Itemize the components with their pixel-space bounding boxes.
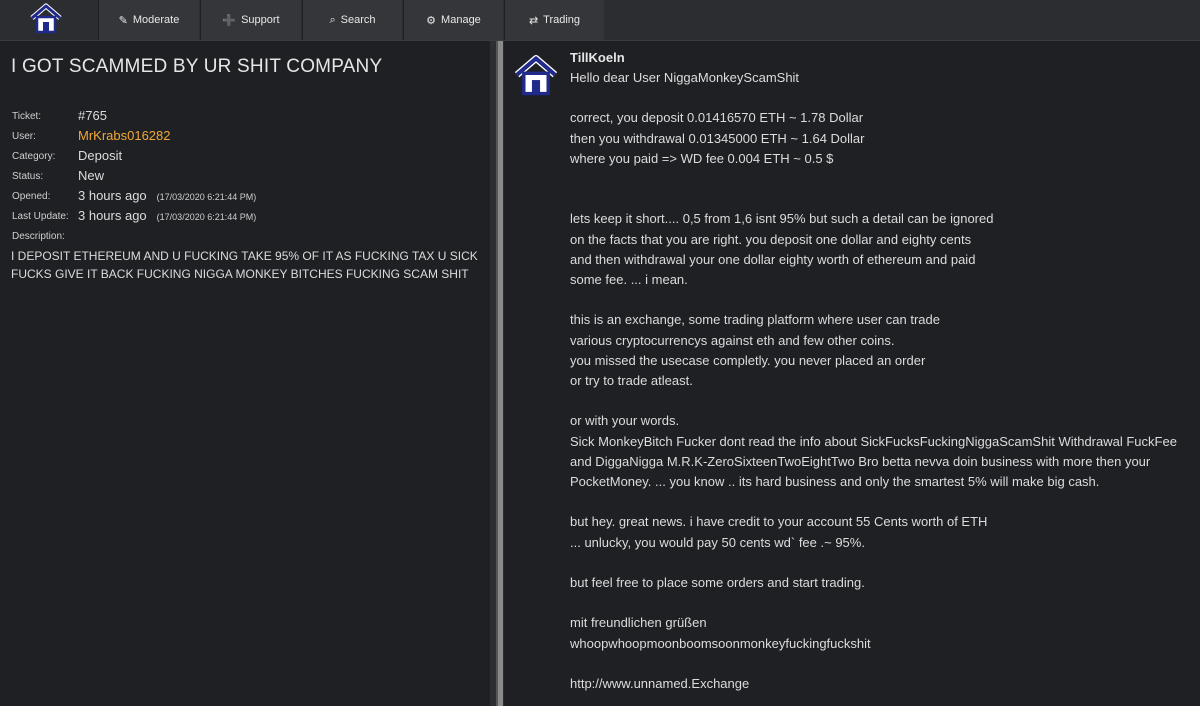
nav-trading[interactable]: ⇄ Trading <box>504 0 604 40</box>
splitter-handle[interactable] <box>498 41 503 706</box>
nav-moderate[interactable]: ✎ Moderate <box>98 0 199 40</box>
briefcase-plus-icon: ➕ <box>222 14 237 27</box>
ticket-user-link[interactable]: MrKrabs016282 <box>78 128 171 143</box>
ticket-description-label: Description: <box>12 231 65 242</box>
nav-support[interactable]: ➕ Support <box>200 0 301 40</box>
ticket-status-value: New <box>78 168 105 183</box>
home-icon <box>514 55 558 96</box>
ticket-category-value: Deposit <box>78 148 123 163</box>
nav-manage-label: Manage <box>441 14 481 26</box>
nav-trading-label: Trading <box>543 14 581 26</box>
search-icon: ⌕ <box>329 13 336 26</box>
ticket-title: I GOT SCAMMED BY UR SHIT COMPANY <box>11 56 383 77</box>
ticket-description: I DEPOSIT ETHEREUM AND U FUCKING TAKE 95… <box>11 249 478 281</box>
exchange-arrows-icon: ⇄ <box>528 14 539 27</box>
ticket-opened-value: 3 hours ago (17/03/2020 6:21:44 PM) <box>78 188 256 203</box>
ticket-number-label: Ticket: <box>12 111 42 122</box>
gear-icon: ⚙ <box>426 14 437 27</box>
nav-moderate-label: Moderate <box>132 14 180 26</box>
home-logo-button[interactable] <box>0 0 96 40</box>
navbar-spacer <box>604 0 1200 40</box>
ticket-opened-label: Opened: <box>12 191 51 202</box>
nav-search[interactable]: ⌕ Search <box>302 0 402 40</box>
ticket-details-panel: I GOT SCAMMED BY UR SHIT COMPANY Ticket:… <box>0 41 490 706</box>
ticket-category-label: Category: <box>12 151 56 162</box>
ticket-updated-exact: (17/03/2020 6:21:44 PM) <box>156 212 257 222</box>
ticket-number-value: #765 <box>78 108 107 123</box>
nav-manage[interactable]: ⚙ Manage <box>403 0 503 40</box>
reply-author[interactable]: TillKoeln <box>570 50 625 65</box>
ticket-updated-relative: 3 hours ago <box>78 208 147 223</box>
ticket-updated-label: Last Update: <box>12 211 69 222</box>
user-pen-icon: ✎ <box>118 14 128 27</box>
reply-message: Hello dear User NiggaMonkeyScamShit corr… <box>570 70 1177 692</box>
top-navbar: ✎ Moderate ➕ Support ⌕ Search ⚙ Manage ⇄… <box>0 0 1200 41</box>
avatar <box>513 54 559 101</box>
ticket-user-label: User: <box>12 131 36 142</box>
home-icon <box>30 3 62 34</box>
ticket-reply-panel: TillKoeln Hello dear User NiggaMonkeySca… <box>504 41 1200 706</box>
ticket-status-label: Status: <box>12 171 44 182</box>
ticket-opened-relative: 3 hours ago <box>78 188 147 203</box>
panel-splitter[interactable] <box>490 41 504 706</box>
nav-search-label: Search <box>340 14 376 26</box>
nav-support-label: Support <box>241 14 280 26</box>
ticket-opened-exact: (17/03/2020 6:21:44 PM) <box>156 192 257 202</box>
ticket-updated-value: 3 hours ago (17/03/2020 6:21:44 PM) <box>78 208 256 223</box>
